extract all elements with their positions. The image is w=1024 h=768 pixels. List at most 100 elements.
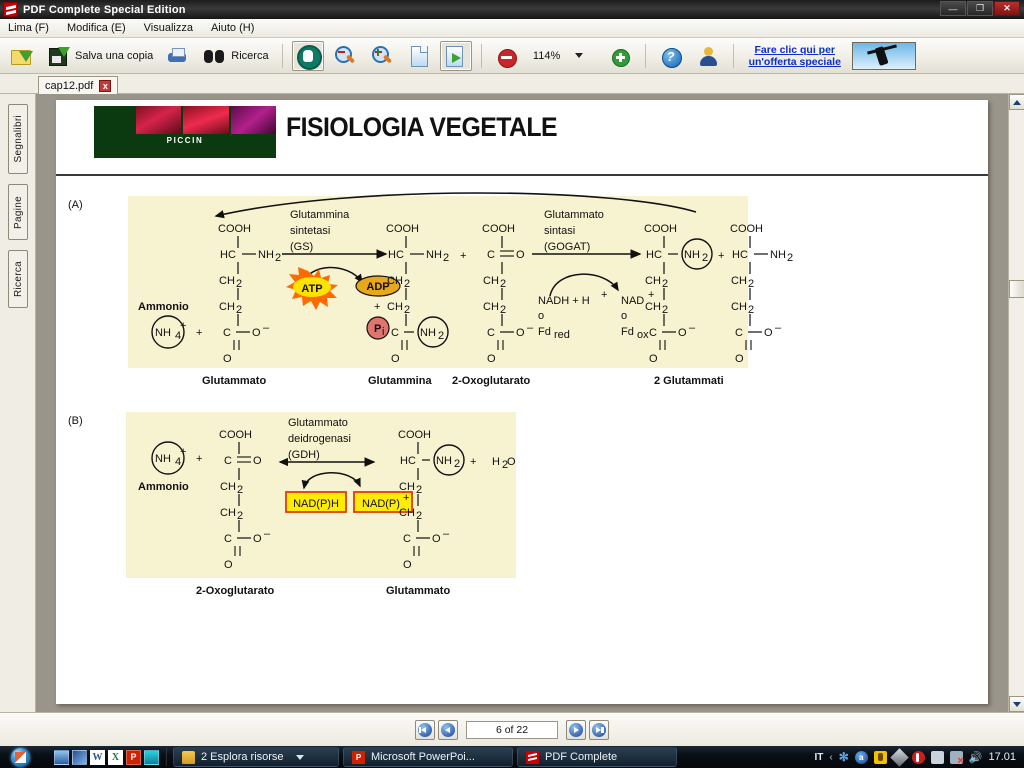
search-button[interactable]: Ricerca bbox=[199, 41, 272, 71]
previous-page-button[interactable] bbox=[438, 719, 458, 740]
promo-banner-image[interactable] bbox=[851, 41, 916, 70]
acrobat-tray-icon[interactable]: a bbox=[854, 750, 868, 764]
menu-file[interactable]: Lima (F) bbox=[8, 22, 49, 34]
svg-text:C: C bbox=[735, 327, 743, 339]
caption-2-oxoglutarato: 2-Oxoglutarato bbox=[452, 375, 531, 387]
svg-text:CH: CH bbox=[399, 481, 415, 493]
maximize-button[interactable]: ❐ bbox=[967, 1, 993, 16]
last-page-button[interactable] bbox=[589, 719, 609, 740]
adp-plus: + bbox=[374, 301, 380, 313]
taskbar-item-explorer[interactable]: 2 Esplora risorse bbox=[173, 747, 339, 767]
rail-tab-bookmarks[interactable]: Segnalibri bbox=[8, 104, 28, 174]
hand-tool-button[interactable] bbox=[291, 40, 324, 71]
svg-text:O: O bbox=[649, 353, 658, 365]
taskbar-item-powerpoint-label: Microsoft PowerPoi... bbox=[371, 751, 475, 763]
svg-text:NH: NH bbox=[258, 249, 274, 261]
svg-text:HC: HC bbox=[220, 249, 236, 261]
vertical-scrollbar[interactable] bbox=[1008, 94, 1024, 712]
stop-button[interactable] bbox=[491, 41, 523, 71]
toolbar-separator-4 bbox=[732, 43, 734, 68]
volume-icon[interactable]: 🔊 bbox=[969, 751, 983, 764]
show-desktop-icon[interactable] bbox=[54, 749, 69, 765]
caption-b-glutammato: Glutammato bbox=[386, 585, 450, 597]
rail-tab-pages[interactable]: Pagine bbox=[8, 184, 28, 240]
promo-link[interactable]: Fare clic qui per un'offerta speciale bbox=[743, 44, 847, 68]
svg-text:NADH + H: NADH + H bbox=[538, 295, 590, 307]
system-tray: IT ‹ ✻ a 🔊 17.01 bbox=[814, 747, 1024, 767]
menu-edit[interactable]: Modifica (E) bbox=[67, 22, 126, 34]
svg-text:O: O bbox=[253, 533, 262, 545]
status-bar: 6 of 22 bbox=[0, 712, 1024, 746]
alert-tray-icon[interactable] bbox=[873, 750, 887, 764]
close-button[interactable]: ✕ bbox=[994, 1, 1020, 16]
save-disk-icon bbox=[47, 44, 71, 68]
page-indicator[interactable]: 6 of 22 bbox=[466, 720, 558, 739]
powerpoint-icon[interactable]: P bbox=[126, 749, 141, 765]
svg-text:C: C bbox=[487, 249, 495, 261]
open-button[interactable] bbox=[6, 41, 38, 71]
document-tab-cap12[interactable]: cap12.pdf x bbox=[38, 76, 119, 95]
caption-glutammato: Glutammato bbox=[202, 375, 266, 387]
svg-text:HC: HC bbox=[388, 249, 404, 261]
svg-text:O: O bbox=[764, 327, 773, 339]
start-button[interactable] bbox=[0, 746, 40, 768]
svg-text:2: 2 bbox=[416, 510, 422, 522]
print-button[interactable] bbox=[162, 41, 194, 71]
svg-text:HC: HC bbox=[400, 455, 416, 467]
svg-text:O: O bbox=[391, 353, 400, 365]
clock[interactable]: 17.01 bbox=[988, 751, 1016, 763]
tray-expand-icon[interactable]: ‹ bbox=[829, 752, 832, 763]
next-page-button[interactable] bbox=[566, 719, 586, 740]
opera-tray-icon[interactable] bbox=[911, 750, 925, 764]
svg-text:NH: NH bbox=[155, 453, 171, 465]
taskbar-item-pdfcomplete[interactable]: PDF Complete bbox=[517, 747, 677, 767]
save-copy-button[interactable]: Salva una copia bbox=[43, 41, 157, 71]
save-copy-label: Salva una copia bbox=[75, 49, 154, 62]
taskbar-item-powerpoint[interactable]: P Microsoft PowerPoi... bbox=[343, 747, 513, 767]
switch-windows-icon[interactable] bbox=[72, 749, 87, 765]
document-viewport[interactable]: PICCIN FISIOLOGIA VEGETALE (A) COOH HC N… bbox=[36, 94, 1008, 712]
bluetooth-icon[interactable]: ✻ bbox=[839, 750, 849, 764]
account-button[interactable] bbox=[692, 41, 724, 71]
battery-icon[interactable] bbox=[930, 750, 944, 764]
minimize-button[interactable]: — bbox=[940, 1, 966, 16]
page-icon bbox=[407, 44, 431, 68]
media-player-icon[interactable] bbox=[144, 749, 159, 765]
first-page-icon bbox=[418, 722, 432, 737]
scroll-up-button[interactable] bbox=[1009, 94, 1024, 110]
zoom-dropdown-button[interactable] bbox=[571, 41, 599, 71]
word-icon[interactable]: W bbox=[90, 749, 105, 765]
svg-text:O: O bbox=[253, 455, 262, 467]
network-disconnected-icon[interactable] bbox=[949, 750, 964, 767]
zoom-out-button[interactable] bbox=[329, 41, 361, 71]
svg-text:ATP: ATP bbox=[301, 283, 322, 295]
help-button[interactable]: ? bbox=[655, 41, 687, 71]
svg-text:O: O bbox=[223, 353, 232, 365]
menu-help[interactable]: Aiuto (H) bbox=[211, 22, 254, 34]
chevron-down-icon[interactable] bbox=[295, 754, 304, 760]
convert-button[interactable] bbox=[439, 40, 472, 71]
first-page-button[interactable] bbox=[415, 719, 435, 740]
scrollbar-thumb[interactable] bbox=[1009, 280, 1024, 298]
svg-text:COOH: COOH bbox=[219, 429, 252, 441]
svg-text:Glutammato: Glutammato bbox=[544, 209, 604, 221]
stylus-tray-icon[interactable] bbox=[890, 747, 909, 767]
panel-a-letter: (A) bbox=[68, 199, 83, 211]
svg-text:2: 2 bbox=[702, 252, 708, 264]
language-indicator[interactable]: IT bbox=[814, 752, 823, 763]
rail-tab-search[interactable]: Ricerca bbox=[8, 250, 28, 308]
svg-text:COOH: COOH bbox=[644, 223, 677, 235]
svg-text:2: 2 bbox=[454, 458, 460, 470]
svg-text:NAD(P)H: NAD(P)H bbox=[293, 498, 339, 510]
zoom-increase-button[interactable] bbox=[604, 41, 636, 71]
svg-text:Fd: Fd bbox=[538, 326, 551, 338]
svg-text:HC: HC bbox=[646, 249, 662, 261]
excel-icon[interactable]: X bbox=[108, 749, 123, 765]
zoom-in-button[interactable] bbox=[366, 41, 398, 71]
scroll-down-button[interactable] bbox=[1009, 696, 1024, 712]
zoom-level-value[interactable]: 114% bbox=[528, 50, 566, 62]
fit-page-button[interactable] bbox=[403, 41, 435, 71]
menu-view[interactable]: Visualizza bbox=[144, 22, 193, 34]
taskbar: W X P 2 Esplora risorse P Microsoft Powe… bbox=[0, 746, 1024, 768]
close-icon[interactable]: x bbox=[99, 80, 112, 92]
